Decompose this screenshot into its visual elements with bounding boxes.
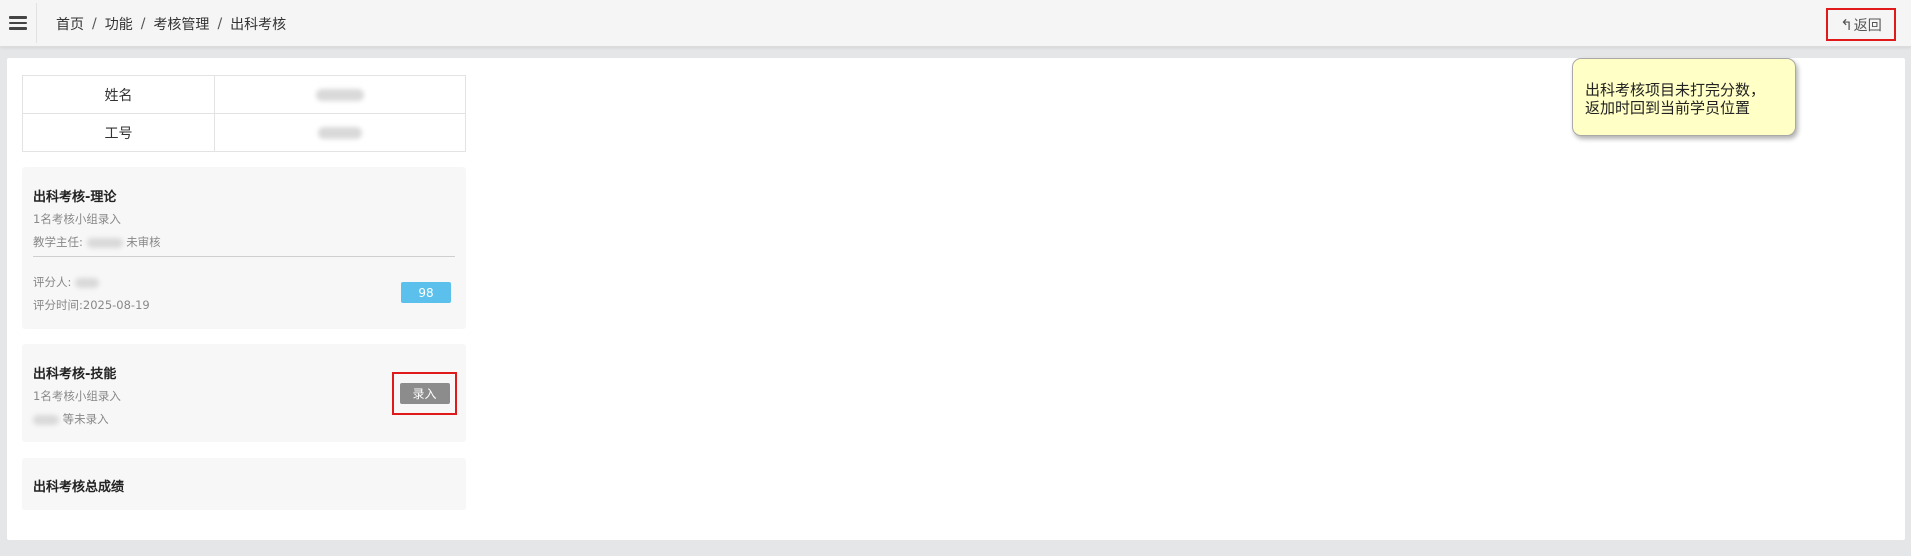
breadcrumb-assessment-management[interactable]: 考核管理 (153, 14, 209, 34)
table-row: 工号 (22, 113, 466, 152)
pending-entry: 等未录入 (33, 411, 109, 427)
annotation-note: 出科考核项目未打完分数， 返加时回到当前学员位置 (1572, 58, 1796, 136)
theory-assessment-card: 出科考核-理论 1名考核小组录入 教学主任: 未审核 评分人: 评分时间:202… (22, 167, 466, 329)
trainee-info-table: 姓名 工号 (22, 75, 466, 152)
group-note: 1名考核小组录入 (33, 212, 121, 226)
card-title: 出科考核总成绩 (33, 480, 125, 495)
score-time: 评分时间:2025-08-19 (33, 298, 150, 312)
enter-score-button[interactable]: 录入 (399, 383, 450, 404)
annotation-line-2: 返加时回到当前学员位置 (1585, 99, 1751, 117)
back-button-label: 返回 (1853, 17, 1882, 34)
redacted-staff-id (318, 126, 362, 139)
breadcrumb-current: 出科考核 (230, 16, 287, 33)
back-button[interactable]: ↰ 返回 (1826, 8, 1896, 41)
card-title: 出科考核-技能 (33, 367, 117, 382)
hamburger-icon (9, 16, 27, 30)
breadcrumb-separator: / (217, 15, 223, 32)
redacted-director (86, 237, 123, 248)
director-status: 教学主任: 未审核 (33, 234, 161, 250)
top-bar: 首页 / 功能 / 考核管理 / 出科考核 ↰ 返回 (0, 0, 1911, 47)
redacted-examiner (33, 414, 59, 425)
name-value (214, 75, 466, 114)
breadcrumb: 首页 / 功能 / 考核管理 / 出科考核 (56, 0, 286, 47)
enter-button-highlight: 录入 (392, 372, 457, 415)
score-badge[interactable]: 98 (401, 282, 451, 303)
annotation-line-1: 出科考核项目未打完分数， (1585, 81, 1766, 99)
breadcrumb-function[interactable]: 功能 (105, 14, 133, 34)
scorer: 评分人: (33, 274, 100, 290)
divider (33, 256, 455, 257)
redacted-scorer (75, 277, 100, 288)
director-prefix: 教学主任: (33, 235, 83, 249)
breadcrumb-separator: / (140, 15, 146, 32)
pending-suffix: 等未录入 (62, 412, 109, 426)
group-note: 1名考核小组录入 (33, 389, 121, 403)
name-label: 姓名 (22, 75, 215, 114)
redacted-name (316, 88, 364, 101)
scorer-prefix: 评分人: (33, 275, 72, 289)
table-row: 姓名 (22, 75, 466, 114)
total-score-card: 出科考核总成绩 (22, 458, 466, 510)
staff-id-value (214, 113, 466, 152)
reply-arrow-icon: ↰ (1840, 15, 1853, 34)
menu-toggle-button[interactable] (0, 3, 37, 43)
breadcrumb-separator: / (92, 15, 97, 32)
breadcrumb-home[interactable]: 首页 (56, 14, 84, 34)
staff-id-label: 工号 (22, 113, 215, 152)
card-title: 出科考核-理论 (33, 190, 117, 205)
director-status-text: 未审核 (126, 235, 161, 249)
